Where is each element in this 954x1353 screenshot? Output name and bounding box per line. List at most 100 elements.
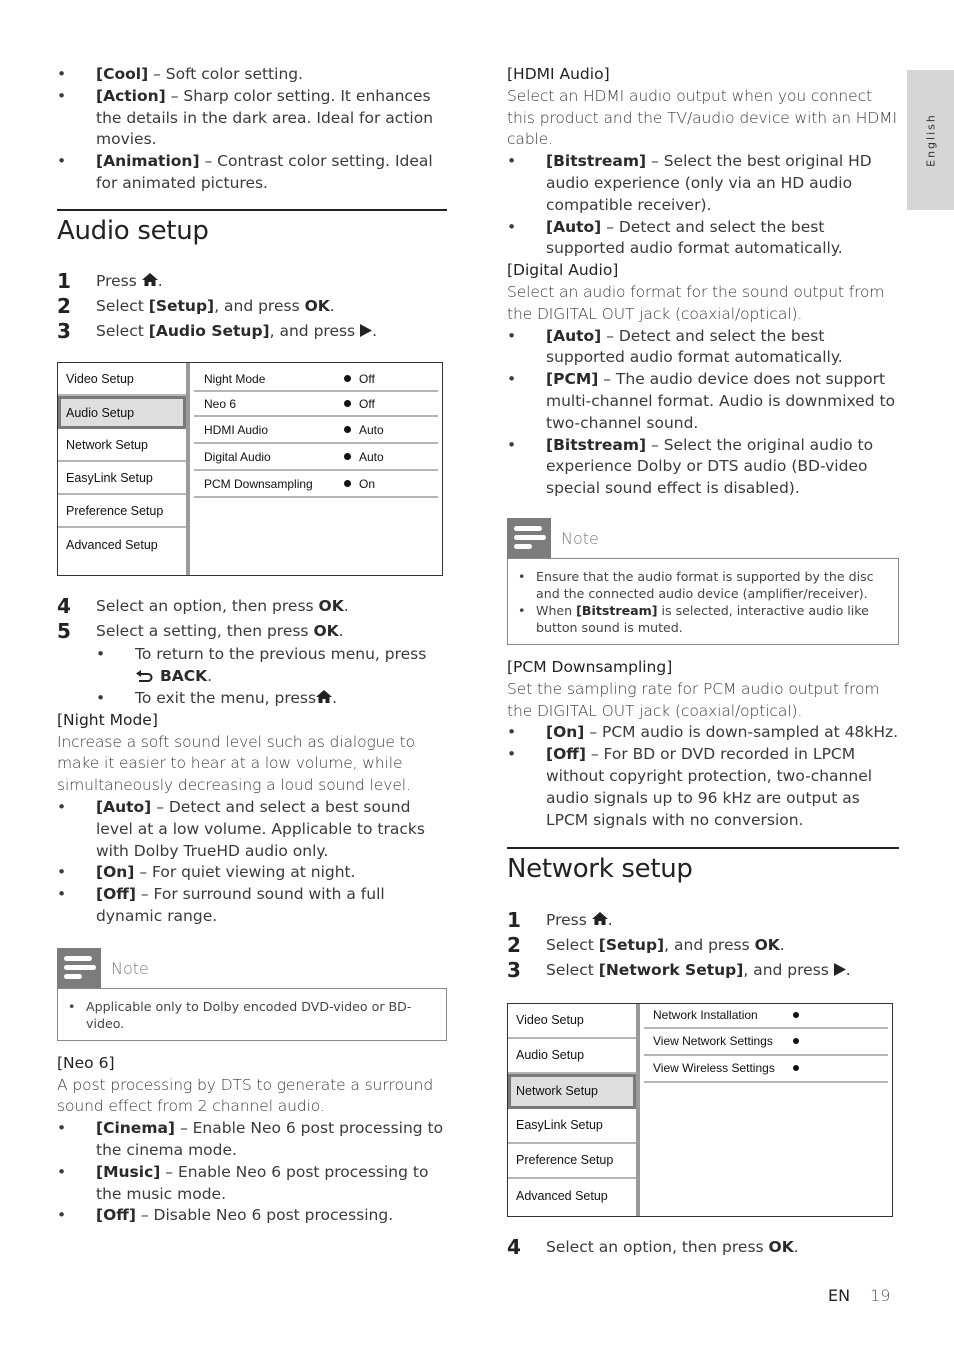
bullet-icon [344,400,351,408]
right-column: [HDMI Audio] Select an HDMI audio output… [507,64,899,1260]
hdmi-audio-bullets: • [Bitstream] – Select the best original … [507,151,899,260]
menu-category-audio-setup[interactable]: Audio Setup [508,1039,636,1074]
pcm-downsampling-heading: [PCM Downsampling] [507,657,673,676]
audio-setup-steps: 1 Press . 2 Select [Setup], and press OK. … [57,269,447,344]
audio-setup-steps-after: 4 Select an option, then press OK. 5 Selec… [57,594,447,644]
note-item: • Applicable only to Dolby encoded DVD-vi… [68,998,412,1031]
step-item: 4 Select an option, then press OK. [57,594,349,619]
bullet-item: • [Animation] – Contrast color setting. I… [57,152,433,192]
note-item: • When [Bitstream] is selected, interacti… [518,602,869,635]
bullet-item: • [Action] – Sharp color setting. It enha… [57,86,434,149]
menu-category-network-setup[interactable]: Network Setup [58,429,186,463]
step-item: 2 Select [Setup], and press OK. [57,294,335,319]
menu-option-neo6[interactable]: Neo 6 Off [194,392,438,418]
bullet-icon [793,1065,799,1072]
bullet-item: • [Music] – Enable Neo 6 post processing … [57,1162,429,1203]
home-icon [591,911,608,925]
step-item: 3 Select [Network Setup], and press . [507,957,851,982]
bullet-item: • [PCM] – The audio device does not suppo… [507,370,896,432]
neo6-bullets: • [Cinema] – Enable Neo 6 post processing… [57,1118,447,1227]
page-number: 19 [870,1286,891,1305]
night-mode-bullets: • [Auto] – Detect and select a best sound… [57,797,447,928]
section-divider [507,847,899,850]
night-mode-heading: [Night Mode] [57,710,158,729]
menu-category-easylink-setup[interactable]: EasyLink Setup [508,1109,636,1144]
home-icon [316,689,333,703]
bullet-item: • [Cool] – Soft color setting. [57,65,304,83]
bullet-icon [344,453,351,461]
bullet-item: • [Bitstream] – Select the original audio… [507,435,874,498]
note-item: • Ensure that the audio format is support… [518,568,874,601]
menu-category-advanced-setup[interactable]: Advanced Setup [508,1179,636,1214]
menu-option-night-mode[interactable]: Night Mode Off [194,367,438,393]
menu-option-digital-audio[interactable]: Digital Audio Auto [194,444,438,472]
menu-category-network-setup[interactable]: Network Setup [508,1073,636,1109]
menu-category-audio-setup[interactable]: Audio Setup [58,396,186,430]
footer-language-code: EN [828,1286,851,1305]
home-icon [141,273,158,287]
bullet-item: • [On] – For quiet viewing at night. [57,863,356,882]
note-label: Note [111,958,149,978]
audio-setup-menu-screenshot: Video Setup Audio Setup Network Setup Ea… [57,362,443,577]
play-right-icon [360,324,373,338]
pcm-downsampling-bullets: • [On] – PCM audio is down-sampled at 48k… [507,722,899,831]
menu-category-list: Video Setup Audio Setup Network Setup Ea… [58,363,190,576]
bullet-item: • [Auto] – Detect and select a best sound… [57,797,425,860]
network-setup-steps-after: 4 Select an option, then press OK. [507,1235,899,1260]
network-setup-menu-screenshot: Video Setup Audio Setup Network Setup Ea… [507,1002,893,1217]
menu-option-network-installation[interactable]: Network Installation [644,1004,888,1029]
picture-mode-bullets: • [Cool] – Soft color setting. • [Action] … [57,64,447,195]
neo6-description: A post processing by DTS to generate a s… [57,1075,434,1116]
bullet-icon [344,375,351,383]
step-item: 5 Select a setting, then press OK. [57,619,344,644]
step-item: 1 Press . [57,269,163,294]
play-right-icon [833,962,846,976]
night-mode-description: Increase a soft sound level such as dial… [57,732,416,795]
menu-option-view-network-settings[interactable]: View Network Settings [644,1029,888,1056]
audio-setup-sub-bullets: • To return to the previous menu, press B… [96,644,447,709]
menu-category-video-setup[interactable]: Video Setup [508,1004,636,1039]
bullet-item: • To exit the menu, press. [96,688,337,707]
step-item: 3 Select [Audio Setup], and press . [57,319,377,344]
bullet-item: • [Auto] – Detect and select the best sup… [507,326,843,367]
left-column: • [Cool] – Soft color setting. • [Action] … [57,64,447,1227]
bullet-item: • [Off] – For BD or DVD recorded in LPCM … [507,745,873,829]
bullet-icon [793,1038,799,1045]
step-item: 1 Press . [507,907,613,932]
bullet-item: • [Bitstream] – Select the best original … [507,152,872,214]
section-title-audio-setup: Audio setup [57,215,209,246]
menu-category-easylink-setup[interactable]: EasyLink Setup [58,462,186,496]
digital-audio-bullets: • [Auto] – Detect and select the best sup… [507,326,899,500]
step-item: 4 Select an option, then press OK. [507,1234,799,1259]
menu-category-advanced-setup[interactable]: Advanced Setup [58,528,186,561]
note-label: Note [561,528,599,548]
note-box-night-mode: Note • Applicable only to Dolby encoded D… [57,947,447,1041]
bullet-item: • [Auto] – Detect and select the best sup… [507,217,843,258]
menu-category-preference-setup[interactable]: Preference Setup [58,495,186,529]
bullet-item: • [Off] – For surround sound with a full … [57,885,385,925]
menu-option-list: Network Installation View Network Settin… [640,1004,892,1216]
menu-option-pcm-downsampling[interactable]: PCM Downsampling On [194,471,438,499]
note-icon [57,947,101,988]
bullet-icon [793,1012,799,1019]
bullet-item: • [Off] – Disable Neo 6 post processing. [57,1206,394,1225]
bullet-icon [344,426,351,434]
language-label: English [924,113,937,167]
bullet-item: • [On] – PCM audio is down-sampled at 48k… [507,723,899,742]
note-box-digital-audio: Note • Ensure that the audio format is su… [507,517,899,645]
menu-option-hdmi-audio[interactable]: HDMI Audio Auto [194,417,438,445]
step-item: 2 Select [Setup], and press OK. [507,932,785,957]
menu-category-video-setup[interactable]: Video Setup [58,363,186,397]
bullet-icon [344,480,351,488]
hdmi-audio-description: Select an HDMI audio output when you con… [507,86,897,149]
neo6-heading: [Neo 6] [57,1053,115,1072]
note-icon [507,517,551,558]
menu-category-preference-setup[interactable]: Preference Setup [508,1144,636,1179]
bullet-item: • To return to the previous menu, press B… [96,645,427,686]
page-footer: EN 19 [828,1286,890,1305]
back-icon [136,670,153,683]
network-setup-steps: 1 Press . 2 Select [Setup], and press OK. … [507,908,899,983]
section-title-network-setup: Network setup [507,854,693,885]
menu-option-view-wireless-settings[interactable]: View Wireless Settings [644,1056,888,1083]
language-side-tab: English [907,70,954,210]
